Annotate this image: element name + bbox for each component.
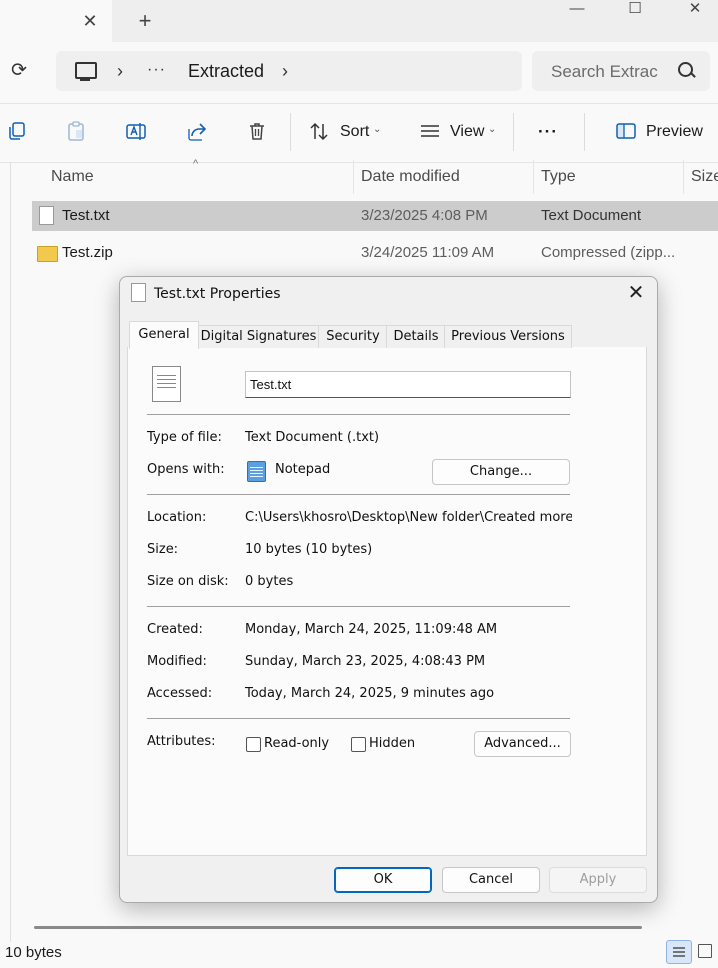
horizontal-scrollbar[interactable] xyxy=(34,926,642,929)
column-divider[interactable] xyxy=(533,160,534,194)
more-options-icon[interactable]: ··· xyxy=(538,121,558,143)
file-type: Compressed (zipp... xyxy=(541,244,676,261)
toolbar-separator xyxy=(584,113,585,151)
text-file-icon xyxy=(39,206,54,225)
view-button[interactable]: View xyxy=(450,121,484,143)
preview-pane-icon[interactable] xyxy=(616,121,636,141)
size-on-disk-label: Size on disk: xyxy=(147,574,229,589)
breadcrumb-extracted[interactable]: Extracted xyxy=(188,60,264,82)
this-pc-icon[interactable] xyxy=(75,62,97,79)
sort-button[interactable]: Sort xyxy=(340,121,369,143)
size-label: Size: xyxy=(147,542,179,557)
toolbar-separator xyxy=(513,113,514,151)
document-icon xyxy=(152,366,181,402)
delete-icon[interactable] xyxy=(247,121,267,141)
location-label: Location: xyxy=(147,510,207,525)
status-selection-size: 10 bytes xyxy=(5,944,62,961)
tiles-view-icon[interactable] xyxy=(698,944,712,958)
divider xyxy=(147,718,570,719)
minimize-icon[interactable]: — xyxy=(557,0,597,20)
hidden-label[interactable]: Hidden xyxy=(369,735,415,753)
notepad-icon xyxy=(247,461,266,482)
attributes-label: Attributes: xyxy=(147,734,216,749)
zip-folder-icon xyxy=(37,246,58,262)
modified-value: Sunday, March 23, 2025, 4:08:43 PM xyxy=(245,654,486,669)
address-bar[interactable] xyxy=(56,51,522,91)
column-header-name[interactable]: Name xyxy=(51,167,94,187)
maximize-icon[interactable]: ☐ xyxy=(615,0,655,20)
file-name-field[interactable]: Test.txt xyxy=(245,371,571,398)
close-window-icon[interactable]: ✕ xyxy=(675,0,715,20)
column-divider[interactable] xyxy=(683,160,684,194)
column-divider[interactable] xyxy=(353,160,354,194)
divider xyxy=(147,414,570,415)
preview-button[interactable]: Preview xyxy=(646,121,703,143)
file-type: Text Document xyxy=(541,207,642,224)
column-header-type[interactable]: Type xyxy=(541,167,576,187)
read-only-label[interactable]: Read-only xyxy=(264,735,329,753)
size-value: 10 bytes (10 bytes) xyxy=(245,542,373,557)
details-view-button[interactable] xyxy=(666,940,692,964)
file-name[interactable]: Test.txt xyxy=(62,206,110,226)
created-label: Created: xyxy=(147,622,203,637)
dialog-title: Test.txt Properties xyxy=(154,286,281,302)
divider xyxy=(147,606,570,607)
chevron-right-icon[interactable]: › xyxy=(117,61,123,81)
breadcrumb-overflow-icon[interactable]: ··· xyxy=(147,61,166,79)
chevron-down-icon[interactable]: ⌄ xyxy=(373,124,381,135)
chevron-down-icon[interactable]: ⌄ xyxy=(488,124,496,135)
column-header-size[interactable]: Size xyxy=(691,167,718,187)
new-tab-icon[interactable]: + xyxy=(134,9,156,33)
rename-icon[interactable] xyxy=(126,121,146,141)
ok-button[interactable]: OK xyxy=(334,867,432,893)
file-name[interactable]: Test.zip xyxy=(62,243,113,263)
size-on-disk-value: 0 bytes xyxy=(245,574,294,589)
search-input[interactable]: Search Extrac xyxy=(551,61,661,83)
refresh-icon[interactable]: ⟳ xyxy=(8,60,30,82)
tab-close-icon[interactable]: ✕ xyxy=(80,10,100,32)
location-value: C:\Users\khosro\Desktop\New folder\Creat… xyxy=(245,510,572,525)
cancel-button[interactable]: Cancel xyxy=(442,867,540,893)
sort-ascending-icon: ^ xyxy=(193,158,199,170)
file-date: 3/23/2025 4:08 PM xyxy=(361,207,488,224)
modified-label: Modified: xyxy=(147,654,207,669)
tab-digital-signatures[interactable]: Digital Signatures xyxy=(197,325,320,348)
paste-icon[interactable] xyxy=(66,121,86,141)
view-icon[interactable] xyxy=(420,121,440,141)
search-icon[interactable] xyxy=(678,62,693,77)
sort-icon[interactable] xyxy=(309,121,329,141)
read-only-checkbox[interactable] xyxy=(246,737,261,752)
divider xyxy=(147,494,570,495)
this-pc-icon-stand xyxy=(80,79,90,81)
advanced-button[interactable]: Advanced... xyxy=(474,731,571,757)
text-file-icon xyxy=(131,283,146,302)
accessed-label: Accessed: xyxy=(147,686,213,701)
tab-details[interactable]: Details xyxy=(386,325,446,348)
accessed-value: Today, March 24, 2025, 9 minutes ago xyxy=(245,686,495,701)
opens-with-label: Opens with: xyxy=(147,462,225,477)
opens-with-value: Notepad xyxy=(275,462,331,477)
close-icon[interactable]: ✕ xyxy=(624,281,648,305)
chevron-right-icon[interactable]: › xyxy=(282,61,288,81)
file-date: 3/24/2025 11:09 AM xyxy=(361,244,495,261)
toolbar-separator xyxy=(290,113,291,151)
general-tab-panel xyxy=(127,347,647,856)
details-view-icon xyxy=(673,947,685,957)
tab-general[interactable]: General xyxy=(129,321,199,349)
column-header-date-modified[interactable]: Date modified xyxy=(361,167,460,187)
share-icon[interactable] xyxy=(187,121,207,141)
type-of-file-value: Text Document (.txt) xyxy=(245,430,380,445)
apply-button: Apply xyxy=(549,867,647,893)
change-button[interactable]: Change... xyxy=(432,459,570,485)
tab-previous-versions[interactable]: Previous Versions xyxy=(444,325,572,348)
copy-icon[interactable] xyxy=(7,121,27,141)
tab-security[interactable]: Security xyxy=(318,325,388,348)
type-of-file-label: Type of file: xyxy=(147,430,222,445)
hidden-checkbox[interactable] xyxy=(351,737,366,752)
navigation-pane-edge xyxy=(10,162,11,942)
created-value: Monday, March 24, 2025, 11:09:48 AM xyxy=(245,622,498,637)
